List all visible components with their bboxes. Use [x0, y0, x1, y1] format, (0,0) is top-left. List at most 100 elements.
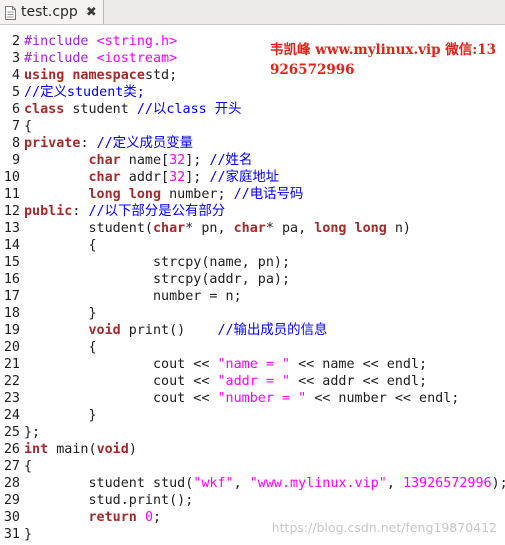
code-token: cout <<	[24, 374, 218, 389]
code-token: * pa,	[265, 221, 315, 236]
code-token: student stud(	[24, 476, 194, 491]
code-token: {	[24, 340, 97, 355]
code-token: "addr = "	[217, 374, 291, 389]
code-token: //以class 开头	[136, 102, 242, 117]
line-number: 25	[3, 425, 20, 440]
code-area[interactable]: #include <string.h> #include <iostream> us…	[24, 33, 505, 543]
line-number: 16	[3, 272, 20, 287]
code-token: //家庭地址	[209, 170, 280, 185]
code-token: class	[24, 102, 65, 117]
code-line[interactable]: };	[24, 424, 505, 441]
code-token: #include	[24, 34, 97, 49]
code-token: main(	[48, 442, 97, 457]
code-line[interactable]: strcpy(addr, pa);	[24, 271, 505, 288]
code-token: << name << endl;	[290, 357, 428, 372]
line-number: 19	[3, 323, 20, 338]
code-line[interactable]: student stud("wkf", "www.mylinux.vip", 1…	[24, 475, 505, 492]
code-token: void	[88, 323, 121, 338]
line-number-gutter: 2 3 4 5 6 7 8 9 10 11 12 13 14 15 16 17 18 19 20 21 22 23 24 25…	[0, 33, 20, 543]
line-number: 21	[3, 357, 20, 372]
line-number: 9	[11, 153, 20, 168]
code-token: 0	[144, 510, 153, 525]
code-line[interactable]: char name[32]; //姓名	[24, 152, 505, 169]
code-token: "wkf"	[193, 476, 234, 491]
line-number: 11	[3, 187, 20, 202]
code-line[interactable]: }	[24, 305, 505, 322]
code-token: ,	[386, 476, 403, 491]
code-token: cout <<	[24, 357, 218, 372]
line-number: 22	[3, 374, 20, 389]
code-token: 32	[169, 170, 186, 185]
code-token: ;	[153, 510, 162, 525]
code-token: char	[88, 153, 121, 168]
code-line[interactable]: {	[24, 339, 505, 356]
code-token: return	[88, 510, 137, 525]
code-line[interactable]: stud.print();	[24, 492, 505, 509]
code-line[interactable]: private: //定义成员变量	[24, 135, 505, 152]
code-token: //姓名	[209, 153, 253, 168]
code-token: cout <<	[24, 391, 218, 406]
code-token: :	[72, 204, 89, 219]
code-token: << addr << endl;	[290, 374, 428, 389]
code-line[interactable]: {	[24, 237, 505, 254]
code-token: }	[24, 408, 97, 423]
code-token: print()	[120, 323, 218, 338]
line-number: 2	[11, 34, 20, 49]
code-token: {	[24, 459, 33, 474]
code-line[interactable]: public: //以下部分是公有部分	[24, 203, 505, 220]
code-token: {	[24, 238, 97, 253]
line-number: 29	[3, 493, 20, 508]
close-icon[interactable]: ✖	[86, 5, 97, 20]
tab-test-cpp[interactable]: test.cpp ✖	[0, 0, 104, 24]
code-token: #include	[24, 51, 97, 66]
code-token: ,	[233, 476, 250, 491]
code-line[interactable]: {	[24, 118, 505, 135]
file-icon	[5, 5, 16, 20]
code-token: }	[24, 306, 97, 321]
code-token: student(	[24, 221, 153, 236]
code-token: //以下部分是公有部分	[88, 204, 226, 219]
code-line[interactable]: strcpy(name, pn);	[24, 254, 505, 271]
line-number: 12	[3, 204, 20, 219]
code-token: //电话号码	[233, 187, 304, 202]
code-token: long long	[314, 221, 387, 236]
code-token: using namespace	[24, 68, 145, 83]
code-line[interactable]: void print() //输出成员的信息	[24, 322, 505, 339]
code-token: //定义student类;	[24, 85, 145, 100]
code-line[interactable]: }	[24, 407, 505, 424]
code-token: << number << endl;	[306, 391, 460, 406]
code-token: "name = "	[217, 357, 291, 372]
code-token: char	[88, 170, 121, 185]
code-line[interactable]: long long number; //电话号码	[24, 186, 505, 203]
code-token: //定义成员变量	[96, 136, 194, 151]
code-line[interactable]: //定义student类;	[24, 84, 505, 101]
code-token: number;	[161, 187, 234, 202]
code-token: std;	[144, 68, 178, 83]
line-number: 10	[3, 170, 20, 185]
line-number: 27	[3, 459, 20, 474]
code-token: strcpy(addr, pa);	[24, 272, 291, 287]
code-line[interactable]: student(char* pn, char* pa, long long n)	[24, 220, 505, 237]
tab-bar: test.cpp ✖	[0, 0, 505, 25]
line-number: 28	[3, 476, 20, 491]
code-editor[interactable]: 2 3 4 5 6 7 8 9 10 11 12 13 14 15 16 17 18 19 20 21 22 23 24 25…	[0, 25, 505, 545]
code-line[interactable]: cout << "name = " << name << endl;	[24, 356, 505, 373]
tab-title: test.cpp	[21, 4, 78, 20]
code-token: void	[96, 442, 129, 457]
code-line[interactable]: {	[24, 458, 505, 475]
code-line[interactable]: number = n;	[24, 288, 505, 305]
code-line[interactable]: class student //以class 开头	[24, 101, 505, 118]
line-number: 31	[3, 527, 20, 542]
code-token: <string.h>	[96, 34, 178, 49]
code-line[interactable]: int main(void)	[24, 441, 505, 458]
code-line[interactable]: cout << "addr = " << addr << endl;	[24, 373, 505, 390]
line-number: 20	[3, 340, 20, 355]
line-number: 24	[3, 408, 20, 423]
code-line[interactable]: cout << "number = " << number << endl;	[24, 390, 505, 407]
code-line[interactable]: char addr[32]; //家庭地址	[24, 169, 505, 186]
line-number: 15	[3, 255, 20, 270]
